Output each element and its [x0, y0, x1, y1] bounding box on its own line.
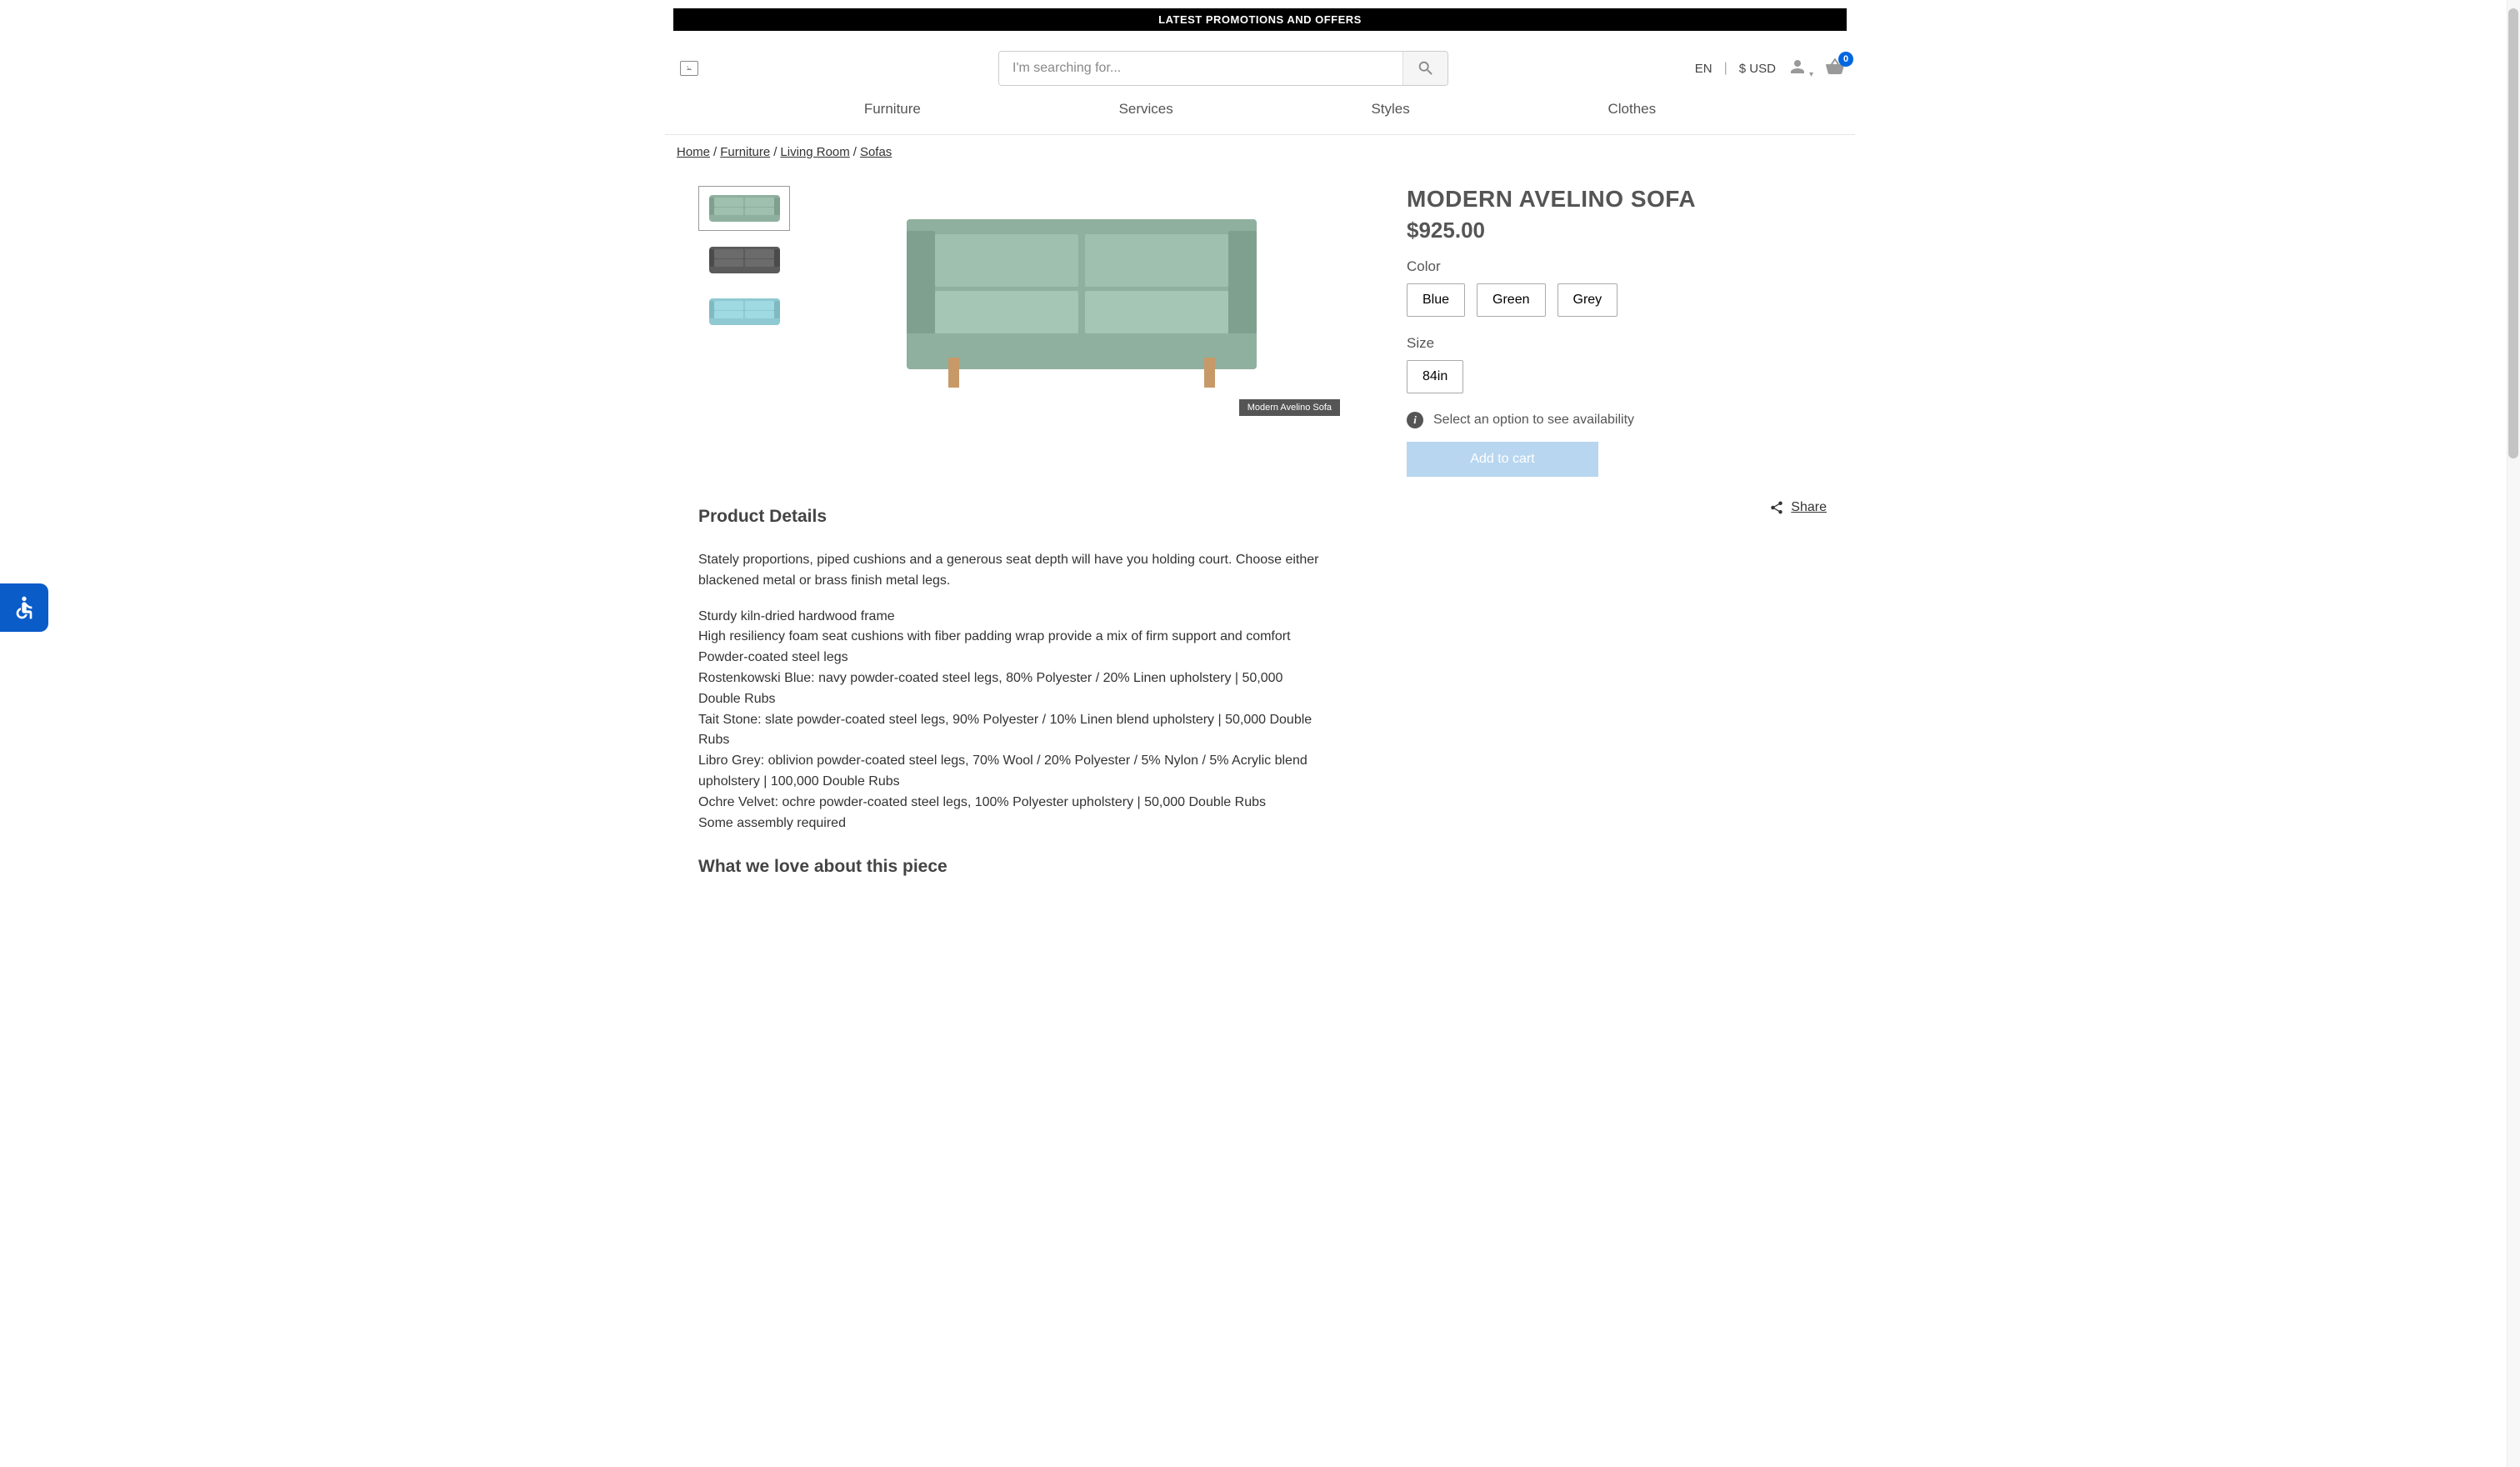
details-heading: Product Details	[698, 507, 1323, 527]
product-main-image[interactable]: Modern Avelino Sofa	[823, 186, 1340, 403]
share-icon	[1769, 500, 1784, 515]
search-bar	[998, 51, 1448, 86]
search-button[interactable]	[1402, 52, 1448, 85]
detail-line: Tait Stone: slate powder-coated steel le…	[698, 710, 1323, 752]
detail-line: Powder-coated steel legs	[698, 648, 1323, 668]
nav-furniture[interactable]: Furniture	[864, 101, 921, 118]
accessibility-button[interactable]	[0, 583, 48, 632]
size-options: 84in	[1407, 360, 1843, 393]
cart-button[interactable]: 0	[1825, 57, 1845, 81]
size-option-84in[interactable]: 84in	[1407, 360, 1463, 393]
availability-text: Select an option to see availability	[1433, 413, 1634, 428]
details-list: Sturdy kiln-dried hardwood frame High re…	[698, 607, 1323, 834]
detail-line: High resiliency foam seat cushions with …	[698, 627, 1323, 648]
breadcrumb-furniture[interactable]: Furniture	[720, 145, 770, 159]
thumbnail-1[interactable]	[698, 186, 790, 231]
detail-line: Libro Grey: oblivion powder-coated steel…	[698, 751, 1323, 793]
color-options: Blue Green Grey	[1407, 283, 1843, 317]
color-label: Color	[1407, 258, 1843, 275]
divider: |	[1724, 61, 1728, 76]
thumbnail-2[interactable]	[698, 238, 790, 283]
breadcrumb-living-room[interactable]: Living Room	[780, 145, 849, 159]
language-selector[interactable]: EN	[1695, 62, 1712, 76]
user-menu[interactable]: ▾	[1788, 57, 1813, 81]
color-option-blue[interactable]: Blue	[1407, 283, 1465, 317]
product-info: MODERN AVELINO SOFA $925.00 Color Blue G…	[1373, 186, 1843, 515]
availability-row: i Select an option to see availability	[1407, 412, 1843, 428]
product-area: Modern Avelino Sofa MODERN AVELINO SOFA …	[665, 169, 1855, 515]
color-option-grey[interactable]: Grey	[1558, 283, 1618, 317]
size-label: Size	[1407, 335, 1843, 352]
scrollbar-thumb[interactable]	[2508, 8, 2518, 458]
share-button[interactable]: Share	[1407, 500, 1843, 515]
info-icon: i	[1407, 412, 1423, 428]
detail-line: Sturdy kiln-dried hardwood frame	[698, 607, 1323, 628]
nav-clothes[interactable]: Clothes	[1608, 101, 1656, 118]
product-price: $925.00	[1407, 218, 1843, 243]
main-nav: Furniture Services Styles Clothes	[665, 101, 1855, 135]
detail-line: Rostenkowski Blue: navy powder-coated st…	[698, 668, 1323, 710]
currency-selector[interactable]: $ USD	[1739, 62, 1776, 76]
detail-line: Some assembly required	[698, 814, 1323, 834]
thumbnail-3[interactable]	[698, 289, 790, 334]
cart-badge: 0	[1838, 52, 1853, 67]
user-icon	[1788, 57, 1808, 77]
add-to-cart-button[interactable]: Add to cart	[1407, 442, 1598, 477]
color-option-green[interactable]: Green	[1477, 283, 1545, 317]
breadcrumb: Home/Furniture/Living Room/Sofas	[665, 135, 1855, 169]
scrollbar[interactable]	[2507, 0, 2520, 1467]
header-right: EN | $ USD ▾ 0	[1695, 57, 1845, 81]
promo-banner[interactable]: LATEST PROMOTIONS AND OFFERS	[673, 8, 1847, 31]
search-input[interactable]	[999, 52, 1402, 85]
detail-line: Ochre Velvet: ochre powder-coated steel …	[698, 793, 1323, 814]
logo-image-icon	[680, 61, 698, 76]
details-intro: Stately proportions, piped cushions and …	[698, 550, 1323, 592]
nav-styles[interactable]: Styles	[1371, 101, 1409, 118]
nav-services[interactable]: Services	[1119, 101, 1173, 118]
product-title: MODERN AVELINO SOFA	[1407, 186, 1843, 213]
thumbnail-list	[698, 186, 790, 515]
product-details: Product Details Stately proportions, pip…	[665, 507, 1348, 877]
share-label: Share	[1791, 500, 1827, 515]
breadcrumb-home[interactable]: Home	[677, 145, 710, 159]
header: EN | $ USD ▾ 0	[665, 31, 1855, 101]
breadcrumb-sofas[interactable]: Sofas	[860, 145, 892, 159]
accessibility-icon	[11, 594, 38, 621]
search-icon	[1417, 59, 1435, 78]
love-heading: What we love about this piece	[698, 857, 1323, 877]
chevron-down-icon: ▾	[1809, 70, 1813, 79]
image-caption: Modern Avelino Sofa	[1239, 399, 1340, 416]
